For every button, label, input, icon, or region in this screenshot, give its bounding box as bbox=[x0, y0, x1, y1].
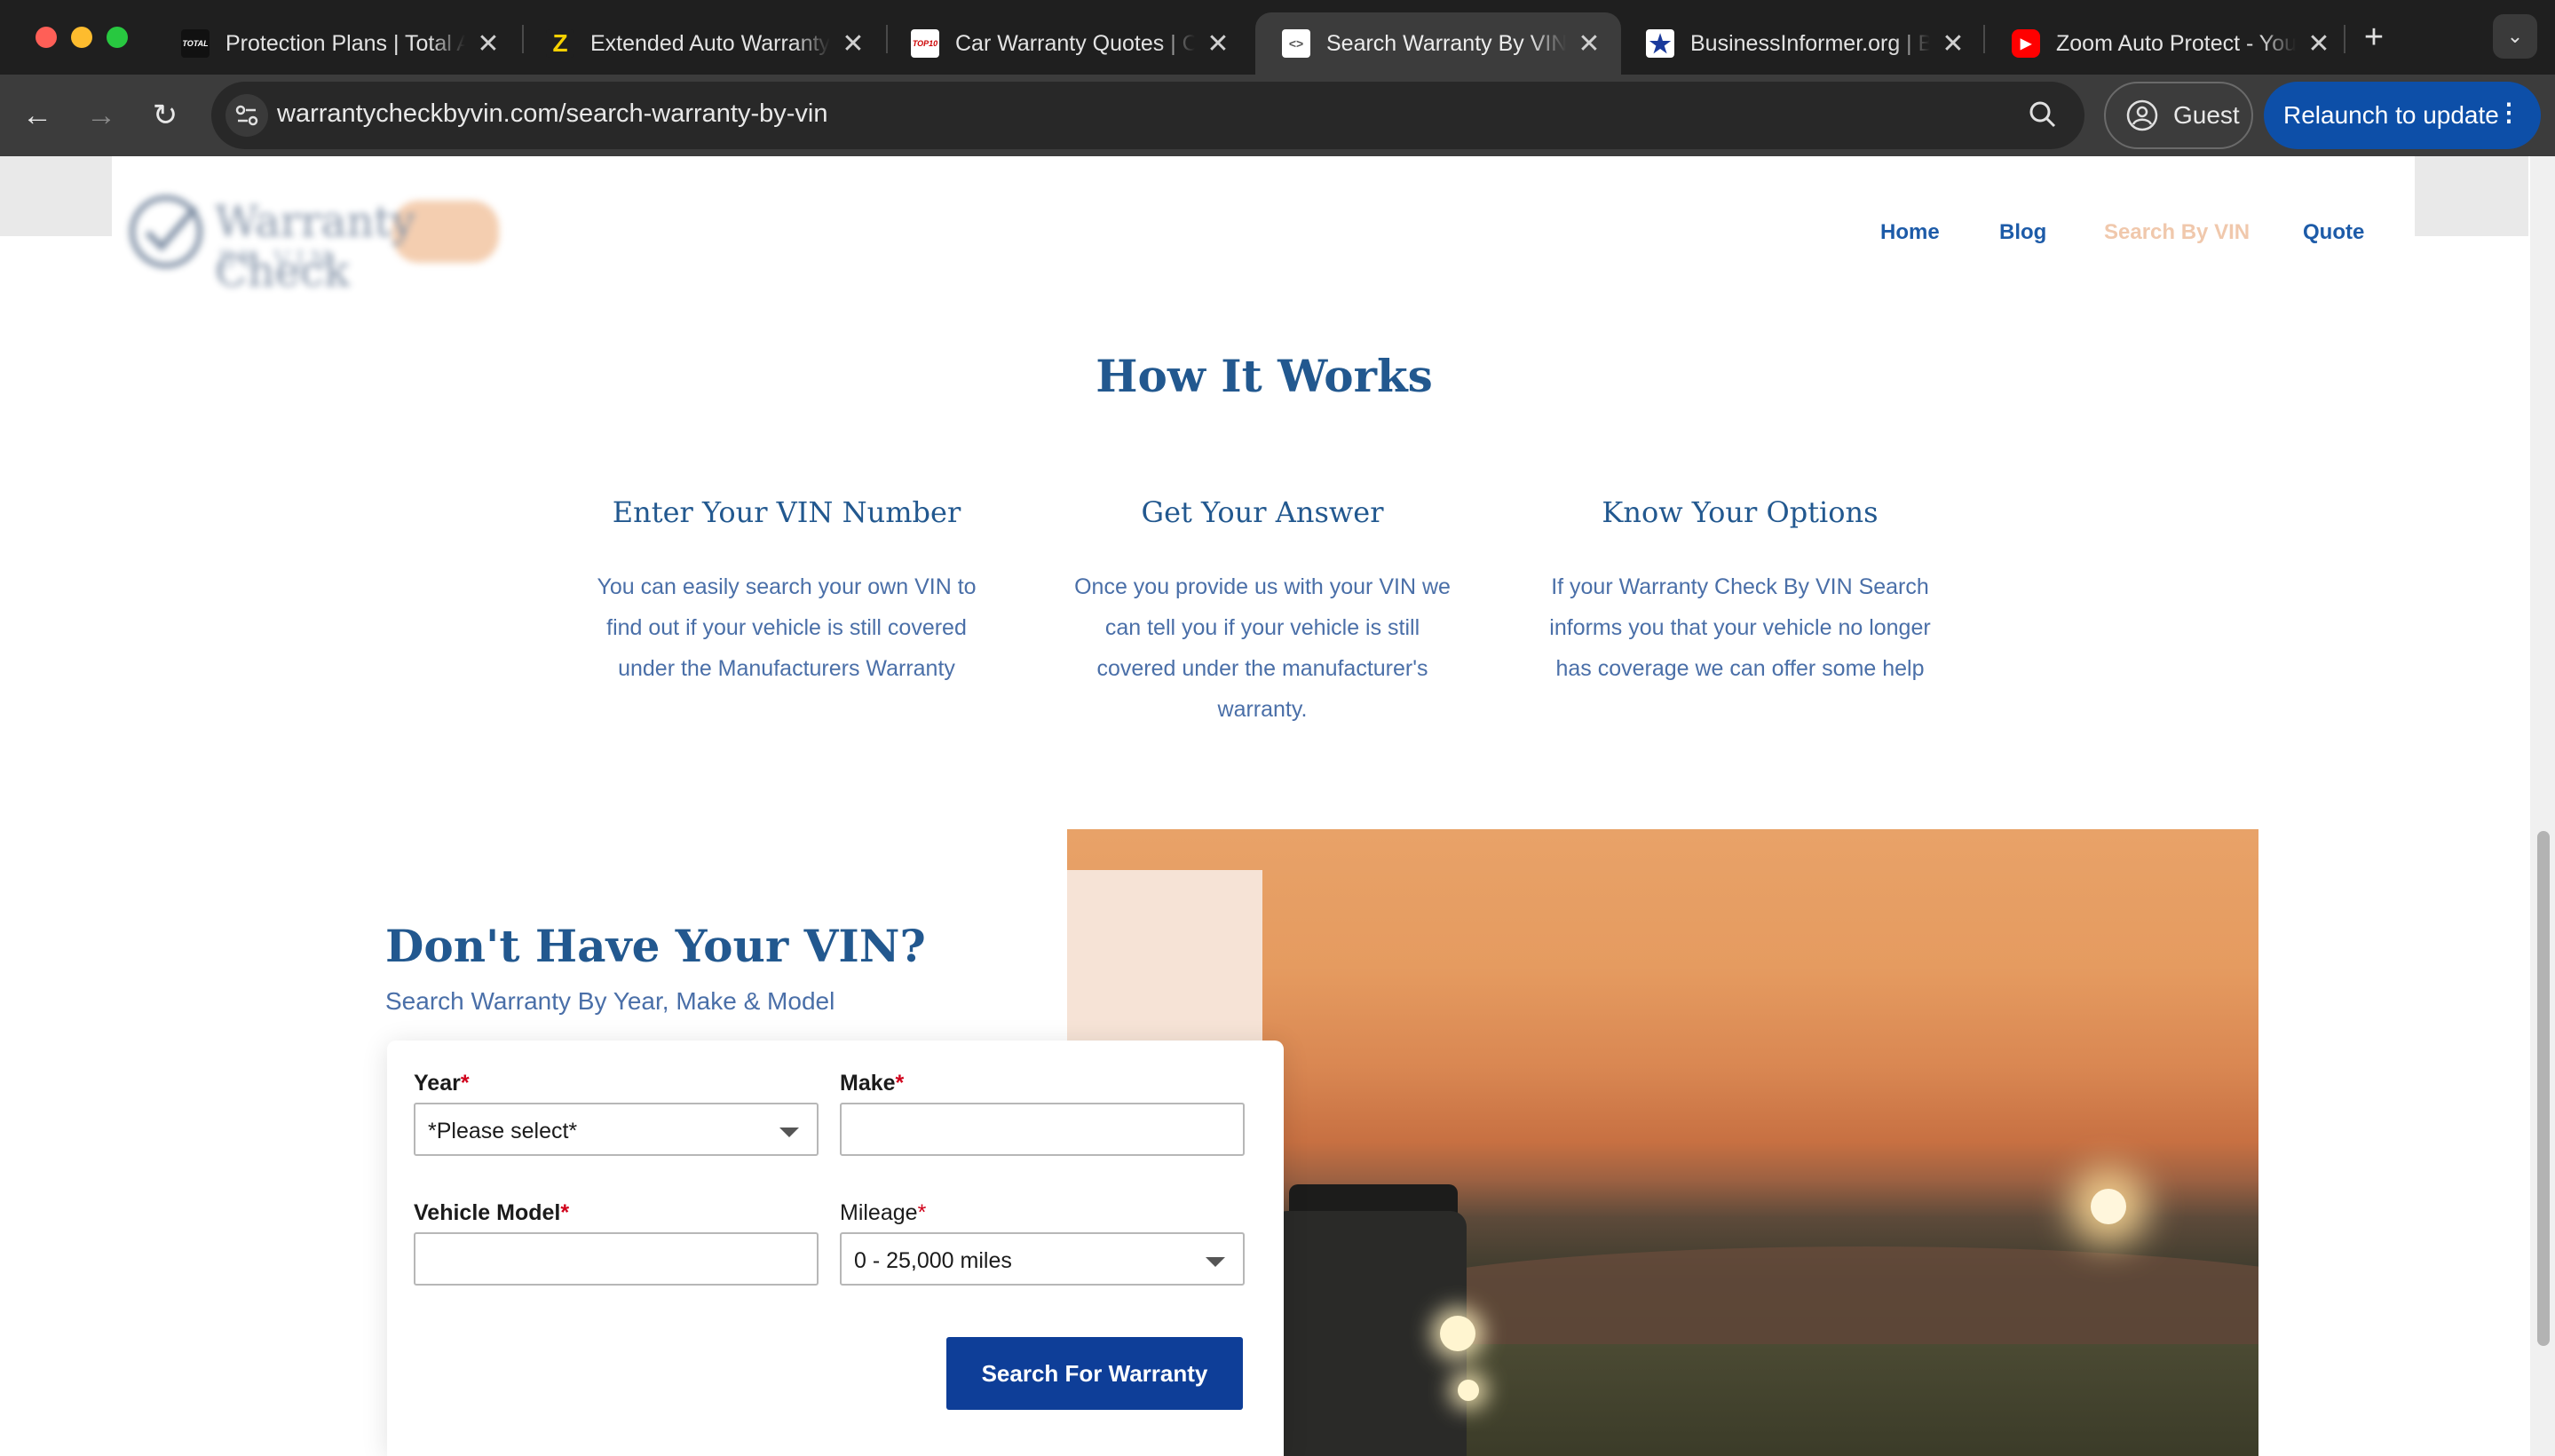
close-tab-icon[interactable]: ✕ bbox=[1575, 28, 1603, 59]
step-enter-vin: Enter Your VIN Number You can easily sea… bbox=[591, 495, 982, 689]
dropdown-caret-icon bbox=[1206, 1257, 1225, 1267]
step-title: Know Your Options bbox=[1602, 495, 1879, 529]
tab-title: Extended Auto Warranty bbox=[590, 30, 830, 56]
relaunch-button[interactable]: Relaunch to update ⋮ bbox=[2264, 82, 2541, 149]
profile-button[interactable]: Guest bbox=[2104, 82, 2253, 149]
search-icon[interactable] bbox=[2024, 96, 2063, 135]
header-background bbox=[2415, 156, 2528, 236]
fog-light bbox=[1458, 1380, 1479, 1401]
tab-search-warranty-by-vin[interactable]: <> Search Warranty By VIN ✕ bbox=[1255, 12, 1621, 75]
tab-zoom-auto-protect[interactable]: ▶ Zoom Auto Protect - YouTube ✕ bbox=[1985, 12, 2351, 75]
year-label: Year* bbox=[414, 1071, 470, 1096]
page-scrollbar[interactable] bbox=[2530, 156, 2555, 1456]
forward-button[interactable]: → bbox=[78, 92, 124, 138]
tab-favicon-icon: TOTAL bbox=[181, 29, 210, 58]
tab-title: Protection Plans | Total Auto bbox=[225, 30, 465, 56]
browser-toolbar: ← → ↻ warrantycheckbyvin.com/search-warr… bbox=[0, 75, 2555, 156]
step-get-answer: Get Your Answer Once you provide us with… bbox=[1067, 495, 1458, 730]
step-description: If your Warranty Check By VIN Search inf… bbox=[1549, 574, 1931, 681]
vehicle-model-input[interactable] bbox=[414, 1232, 819, 1286]
url-text[interactable]: warrantycheckbyvin.com/search-warranty-b… bbox=[277, 99, 827, 129]
close-tab-icon[interactable]: ✕ bbox=[474, 28, 502, 59]
search-for-warranty-button[interactable]: Search For Warranty bbox=[946, 1337, 1243, 1410]
year-selected-value: *Please select* bbox=[428, 1119, 578, 1143]
how-it-works-title: How It Works bbox=[1096, 350, 1433, 402]
nav-quote[interactable]: Quote bbox=[2303, 220, 2364, 245]
step-know-options: Know Your Options If your Warranty Check… bbox=[1545, 495, 1935, 689]
step-title: Get Your Answer bbox=[1141, 495, 1384, 529]
tab-businessinformer[interactable]: ★ BusinessInformer.org | Business ✕ bbox=[1619, 12, 1985, 75]
close-tab-icon[interactable]: ✕ bbox=[1204, 28, 1232, 59]
step-description: You can easily search your own VIN to fi… bbox=[597, 574, 977, 681]
headlight bbox=[1440, 1316, 1475, 1351]
page-viewport: Warranty Check BY VIN Home Blog Search B… bbox=[0, 156, 2555, 1456]
mileage-label: Mileage* bbox=[840, 1200, 927, 1225]
close-tab-icon[interactable]: ✕ bbox=[1939, 28, 1967, 59]
decorative-accent-block bbox=[1067, 870, 1262, 1044]
header-background bbox=[0, 156, 112, 236]
sun-glow bbox=[2091, 1189, 2126, 1224]
tab-title: Car Warranty Quotes | Compare bbox=[955, 30, 1195, 56]
tab-car-warranty-quotes[interactable]: TOP10 Car Warranty Quotes | Compare ✕ bbox=[884, 12, 1250, 75]
year-select[interactable]: *Please select* bbox=[414, 1103, 819, 1156]
more-menu-icon[interactable]: ⋮ bbox=[2496, 98, 2521, 127]
reload-button[interactable]: ↻ bbox=[142, 92, 188, 138]
make-input[interactable] bbox=[840, 1103, 1245, 1156]
profile-label: Guest bbox=[2173, 101, 2240, 129]
make-label: Make* bbox=[840, 1071, 905, 1096]
maximize-window-button[interactable] bbox=[107, 27, 128, 48]
relaunch-label: Relaunch to update bbox=[2283, 101, 2499, 129]
logo-subtext: BY VIN bbox=[218, 247, 336, 273]
tab-title: Zoom Auto Protect - YouTube bbox=[2056, 30, 2296, 56]
tab-favicon-icon: ★ bbox=[1646, 29, 1674, 58]
site-logo[interactable]: Warranty Check BY VIN bbox=[126, 192, 552, 298]
tab-favicon-icon: ▶ bbox=[2012, 29, 2040, 58]
close-tab-icon[interactable]: ✕ bbox=[839, 28, 867, 59]
vin-section-title: Don't Have Your VIN? bbox=[385, 920, 926, 972]
nav-search-by-vin[interactable]: Search By VIN bbox=[2104, 220, 2250, 245]
tab-favicon-icon: Z bbox=[546, 29, 574, 58]
tab-separator bbox=[2344, 25, 2345, 53]
new-tab-button[interactable]: + bbox=[2356, 20, 2392, 55]
close-window-button[interactable] bbox=[36, 27, 57, 48]
checkmark-logo-icon bbox=[130, 195, 202, 268]
site-info-icon[interactable] bbox=[225, 94, 268, 137]
dropdown-caret-icon bbox=[779, 1128, 799, 1137]
warranty-search-form: Year* *Please select* Make* Vehicle Mode… bbox=[387, 1041, 1284, 1456]
jeep-vehicle bbox=[1271, 1211, 1467, 1456]
step-title: Enter Your VIN Number bbox=[612, 495, 961, 529]
tab-title: Search Warranty By VIN bbox=[1326, 30, 1566, 56]
tab-protection-plans[interactable]: TOTAL Protection Plans | Total Auto ✕ bbox=[154, 12, 520, 75]
scrollbar-thumb[interactable] bbox=[2537, 831, 2550, 1346]
tab-favicon-icon: TOP10 bbox=[911, 29, 939, 58]
mileage-selected-value: 0 - 25,000 miles bbox=[854, 1248, 1012, 1273]
vin-section-subtitle: Search Warranty By Year, Make & Model bbox=[385, 987, 835, 1015]
tab-title: BusinessInformer.org | Business bbox=[1690, 30, 1930, 56]
nav-blog[interactable]: Blog bbox=[1999, 220, 2046, 245]
tab-strip: TOTAL Protection Plans | Total Auto ✕ Z … bbox=[0, 0, 2555, 75]
minimize-window-button[interactable] bbox=[71, 27, 92, 48]
mileage-select[interactable]: 0 - 25,000 miles bbox=[840, 1232, 1245, 1286]
tab-extended-auto-warranty[interactable]: Z Extended Auto Warranty ✕ bbox=[519, 12, 885, 75]
address-bar[interactable]: warrantycheckbyvin.com/search-warranty-b… bbox=[211, 82, 2084, 149]
profile-icon bbox=[2126, 99, 2158, 131]
back-button[interactable]: ← bbox=[14, 92, 60, 138]
tab-search-menu-button[interactable]: ⌄ bbox=[2493, 14, 2537, 59]
vehicle-model-label: Vehicle Model* bbox=[414, 1200, 570, 1225]
step-description: Once you provide us with your VIN we can… bbox=[1074, 574, 1451, 722]
nav-home[interactable]: Home bbox=[1880, 220, 1940, 245]
close-tab-icon[interactable]: ✕ bbox=[2305, 28, 2333, 59]
tab-favicon-icon: <> bbox=[1282, 29, 1310, 58]
